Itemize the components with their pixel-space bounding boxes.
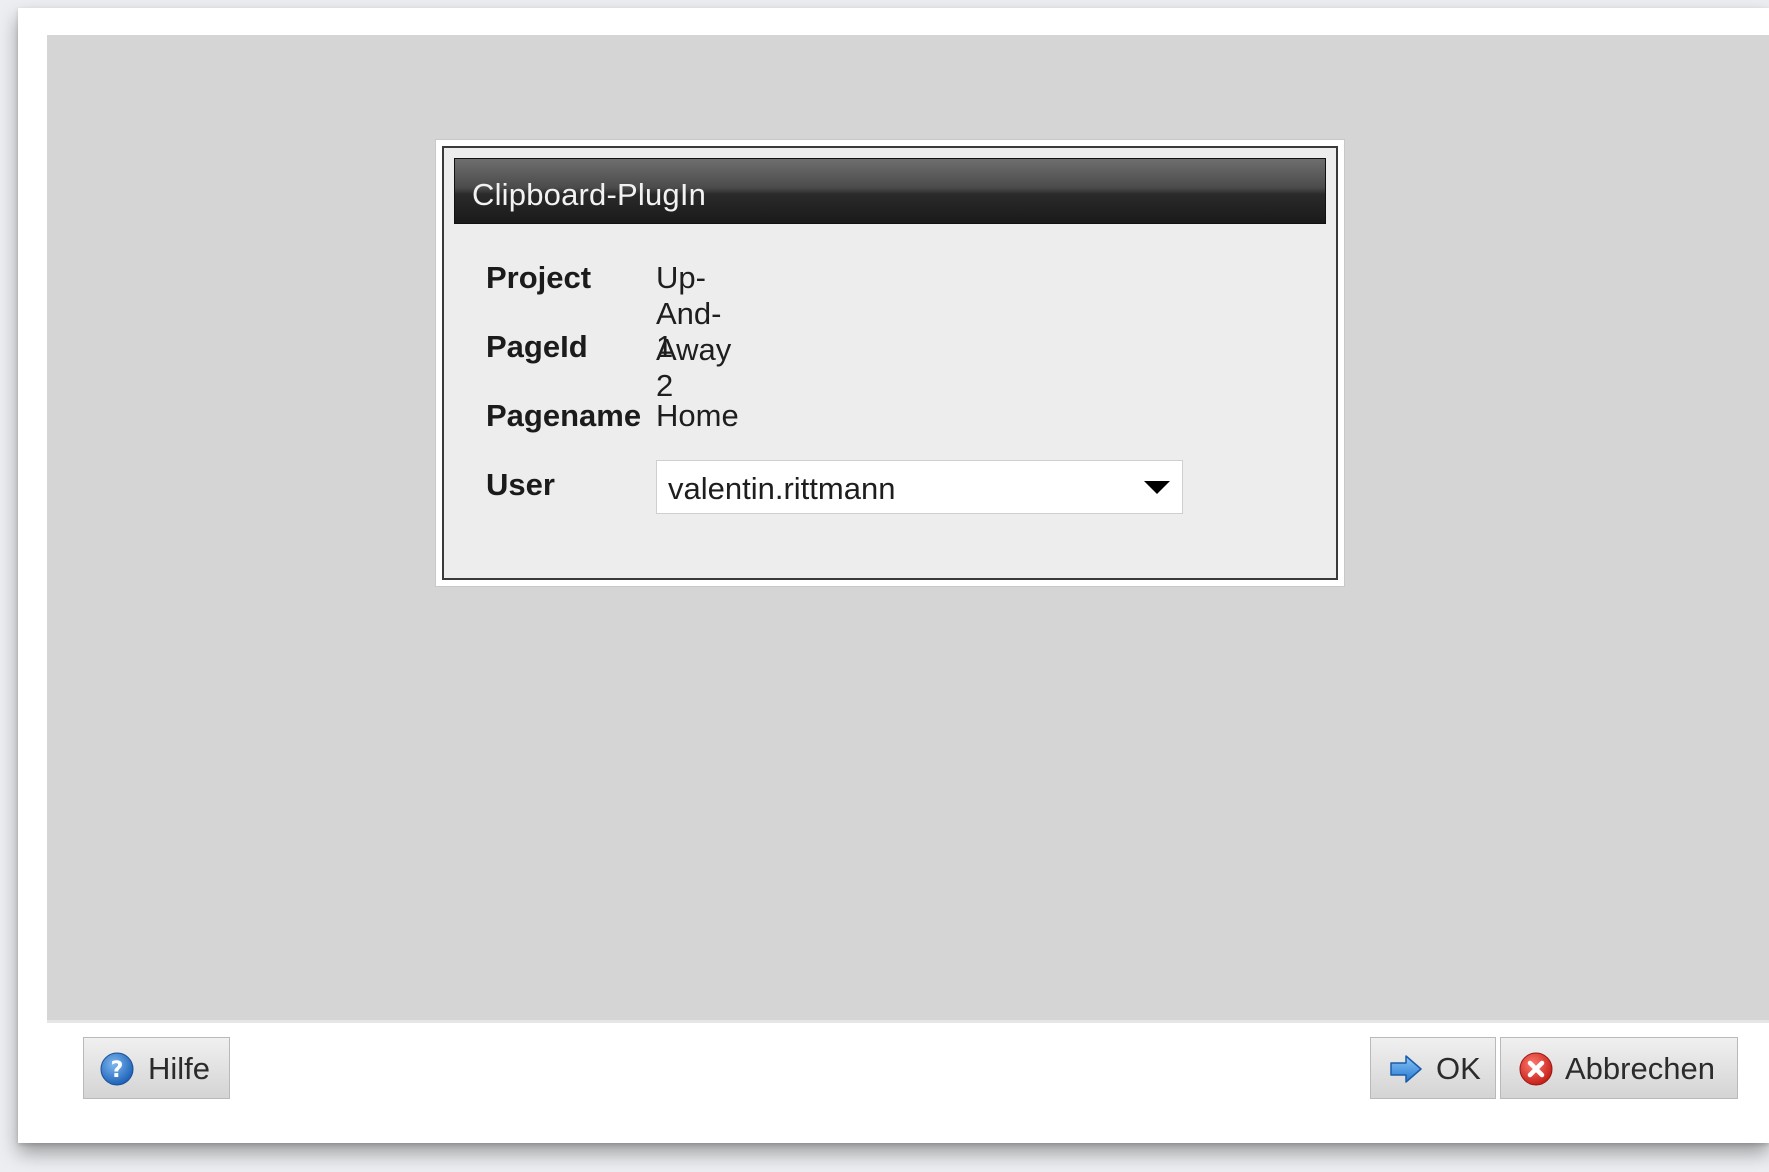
project-label: Project	[486, 260, 592, 295]
cancel-button-label: Abbrechen	[1565, 1051, 1715, 1086]
pageid-value: 1	[656, 329, 674, 364]
cancel-button[interactable]: Abbrechen	[1500, 1037, 1738, 1099]
plugin-header: Clipboard-PlugIn	[454, 158, 1326, 224]
dialog-frame: Clipboard-PlugIn Project Up-And-Away 2 P…	[18, 8, 1769, 1143]
ok-button-label: OK	[1436, 1051, 1481, 1086]
arrow-right-icon	[1389, 1052, 1423, 1086]
user-label: User	[486, 467, 555, 502]
help-button[interactable]: ? Hilfe	[83, 1037, 230, 1099]
ok-button[interactable]: OK	[1370, 1037, 1496, 1099]
user-select[interactable]: valentin.rittmann	[656, 460, 1183, 514]
content-area: Clipboard-PlugIn Project Up-And-Away 2 P…	[47, 35, 1769, 1023]
user-select-value: valentin.rittmann	[668, 471, 896, 506]
cancel-icon	[1519, 1052, 1553, 1086]
help-button-label: Hilfe	[148, 1051, 211, 1086]
chevron-down-icon[interactable]	[1144, 481, 1170, 494]
plugin-title: Clipboard-PlugIn	[472, 177, 707, 212]
pagename-value: Home	[656, 398, 739, 433]
plugin-panel-body: Clipboard-PlugIn Project Up-And-Away 2 P…	[442, 146, 1338, 580]
pageid-label: PageId	[486, 329, 588, 364]
svg-text:?: ?	[111, 1058, 124, 1083]
help-icon: ?	[100, 1052, 134, 1086]
plugin-panel: Clipboard-PlugIn Project Up-And-Away 2 P…	[435, 139, 1345, 587]
pagename-label: Pagename	[486, 398, 642, 433]
